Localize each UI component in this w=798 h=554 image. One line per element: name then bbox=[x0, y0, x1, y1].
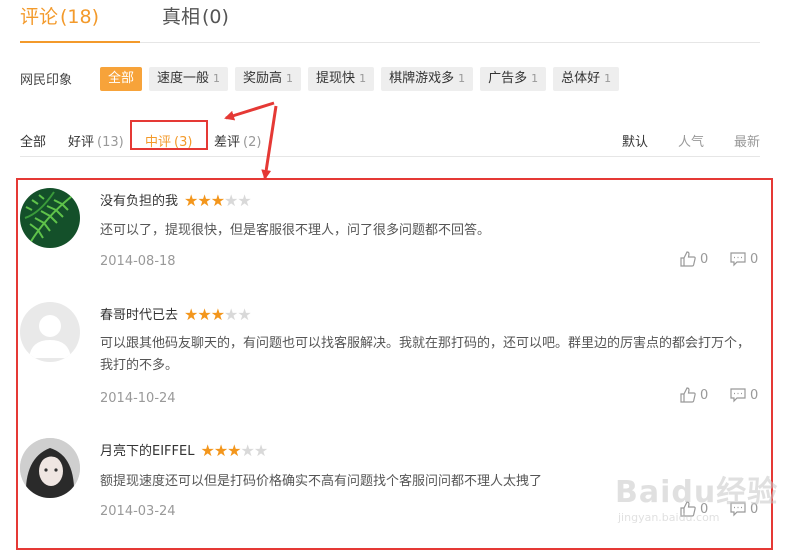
star-icon: ★ bbox=[210, 305, 225, 324]
review-text: 还可以了，提现很快，但是客服很不理人，问了很多问题都不回答。 bbox=[100, 223, 491, 238]
tag-label: 速度一般 bbox=[157, 71, 210, 86]
arrow-to-medium-filter bbox=[224, 101, 275, 121]
tab-truth-count: (0) bbox=[202, 6, 229, 28]
review-date: 2014-10-24 bbox=[100, 391, 176, 406]
tag-high-reward[interactable]: 奖励高 1 bbox=[235, 67, 302, 91]
comment-button[interactable]: 0 bbox=[730, 251, 758, 267]
filter-all[interactable]: 全部 bbox=[20, 131, 46, 150]
tag-all[interactable]: 全部 bbox=[100, 67, 143, 91]
filter-medium-count: (3) bbox=[174, 135, 193, 150]
filter-bad-count: (2) bbox=[243, 135, 262, 150]
tag-count: 1 bbox=[531, 72, 539, 85]
comment-button[interactable]: 0 bbox=[730, 501, 758, 517]
tab-truth[interactable]: 真相 (0) bbox=[162, 4, 229, 41]
rating-filter-bar: 全部 好评 (13) 中评 (3) 差评 (2) 默认 人气 最新 bbox=[20, 120, 760, 157]
star-icon: ★ bbox=[237, 305, 251, 324]
review-username: 春哥时代已去 ★★★★★ bbox=[100, 304, 252, 324]
sort-latest[interactable]: 最新 bbox=[734, 131, 760, 150]
filter-medium[interactable]: 中评 (3) bbox=[145, 131, 192, 150]
rating-stars: ★★★★★ bbox=[184, 191, 252, 210]
thumbs-up-icon bbox=[680, 501, 696, 517]
tag-label: 提现快 bbox=[316, 71, 356, 86]
like-count: 0 bbox=[700, 387, 709, 403]
filter-bad[interactable]: 差评 (2) bbox=[214, 131, 261, 150]
star-icon: ★ bbox=[184, 305, 198, 324]
like-count: 0 bbox=[700, 501, 709, 517]
thumbs-up-icon bbox=[680, 387, 696, 403]
sort-popular[interactable]: 人气 bbox=[678, 131, 704, 150]
impression-label: 网民印象 bbox=[20, 73, 73, 88]
like-button[interactable]: 0 bbox=[680, 251, 708, 267]
review-username: 月亮下的EIFFEL ★★★★★ bbox=[100, 440, 268, 460]
tag-many-ads[interactable]: 广告多 1 bbox=[480, 67, 547, 91]
username-text: 月亮下的EIFFEL bbox=[100, 444, 195, 459]
comment-count: 0 bbox=[750, 387, 759, 403]
tab-comments-label: 评论 bbox=[20, 6, 59, 28]
rating-stars: ★★★★★ bbox=[200, 441, 268, 460]
username-text: 春哥时代已去 bbox=[100, 308, 179, 323]
rating-stars: ★★★★★ bbox=[184, 305, 252, 324]
review-text: 额提现速度还可以但是打码价格确实不高有问题找个客服问问都不理人太拽了 bbox=[100, 474, 543, 489]
filter-good-count: (13) bbox=[97, 135, 124, 150]
review-date: 2014-03-24 bbox=[100, 504, 176, 519]
review-username: 没有负担的我 ★★★★★ bbox=[100, 190, 252, 210]
tag-count: 1 bbox=[286, 72, 294, 85]
like-button[interactable]: 0 bbox=[680, 501, 708, 517]
avatar[interactable] bbox=[20, 188, 80, 248]
comment-count: 0 bbox=[750, 251, 759, 267]
tag-fast-withdraw[interactable]: 提现快 1 bbox=[308, 67, 375, 91]
filter-medium-label: 中评 bbox=[145, 135, 172, 150]
tag-count: 1 bbox=[213, 72, 221, 85]
star-icon: ★ bbox=[240, 441, 255, 460]
tab-comments-count: (18) bbox=[60, 6, 100, 28]
review-text: 可以跟其他码友聊天的，有问题也可以找客服解决。我就在那打码的，还可以吧。群里边的… bbox=[100, 336, 751, 373]
star-icon: ★ bbox=[213, 441, 228, 460]
tab-truth-label: 真相 bbox=[162, 6, 201, 28]
review-item: 春哥时代已去 ★★★★★ 可以跟其他码友聊天的，有问题也可以找客服解决。我就在那打… bbox=[20, 302, 762, 412]
filter-bad-label: 差评 bbox=[214, 135, 241, 150]
comment-icon bbox=[730, 252, 746, 267]
comment-count: 0 bbox=[750, 501, 759, 517]
like-count: 0 bbox=[700, 251, 709, 267]
avatar[interactable] bbox=[20, 438, 80, 498]
filter-good[interactable]: 好评 (13) bbox=[68, 131, 124, 150]
review-date: 2014-08-18 bbox=[100, 254, 176, 269]
tag-label: 全部 bbox=[108, 71, 135, 86]
tag-speed-average[interactable]: 速度一般 1 bbox=[149, 67, 229, 91]
review-item: 没有负担的我 ★★★★★ 还可以了，提现很快，但是客服很不理人，问了很多问题都不回… bbox=[20, 188, 762, 278]
tag-count: 1 bbox=[604, 72, 612, 85]
tag-label: 总体好 bbox=[561, 71, 601, 86]
like-button[interactable]: 0 bbox=[680, 387, 708, 403]
tag-count: 1 bbox=[359, 72, 367, 85]
tag-many-card-games[interactable]: 棋牌游戏多 1 bbox=[381, 67, 474, 91]
star-icon: ★ bbox=[200, 441, 214, 460]
star-icon: ★ bbox=[197, 305, 211, 324]
impression-tags: 全部 速度一般 1 奖励高 1 提现快 1 棋牌游戏多 1 广告多 1 总体好 1 bbox=[100, 67, 620, 91]
star-icon: ★ bbox=[210, 191, 225, 210]
star-icon: ★ bbox=[237, 191, 251, 210]
comment-button[interactable]: 0 bbox=[730, 387, 758, 403]
comment-icon bbox=[730, 388, 746, 403]
tag-label: 棋牌游戏多 bbox=[389, 71, 455, 86]
thumbs-up-icon bbox=[680, 251, 696, 267]
tag-label: 奖励高 bbox=[243, 71, 283, 86]
star-icon: ★ bbox=[197, 191, 211, 210]
review-item: 月亮下的EIFFEL ★★★★★ 额提现速度还可以但是打码价格确实不高有问题找个客… bbox=[20, 438, 762, 528]
tag-count: 1 bbox=[458, 72, 466, 85]
star-icon: ★ bbox=[227, 441, 241, 460]
tab-comments[interactable]: 评论 (18) bbox=[20, 4, 140, 43]
star-icon: ★ bbox=[224, 191, 238, 210]
comment-icon bbox=[730, 502, 746, 517]
star-icon: ★ bbox=[184, 191, 198, 210]
review-tabs: 评论 (18) 真相 (0) bbox=[20, 0, 760, 43]
tag-label: 广告多 bbox=[488, 71, 528, 86]
filter-good-label: 好评 bbox=[68, 135, 95, 150]
avatar[interactable] bbox=[20, 302, 80, 362]
star-icon: ★ bbox=[253, 441, 268, 460]
star-icon: ★ bbox=[224, 305, 238, 324]
username-text: 没有负担的我 bbox=[100, 194, 179, 209]
sort-default[interactable]: 默认 bbox=[622, 131, 648, 150]
tag-overall-good[interactable]: 总体好 1 bbox=[553, 67, 620, 91]
